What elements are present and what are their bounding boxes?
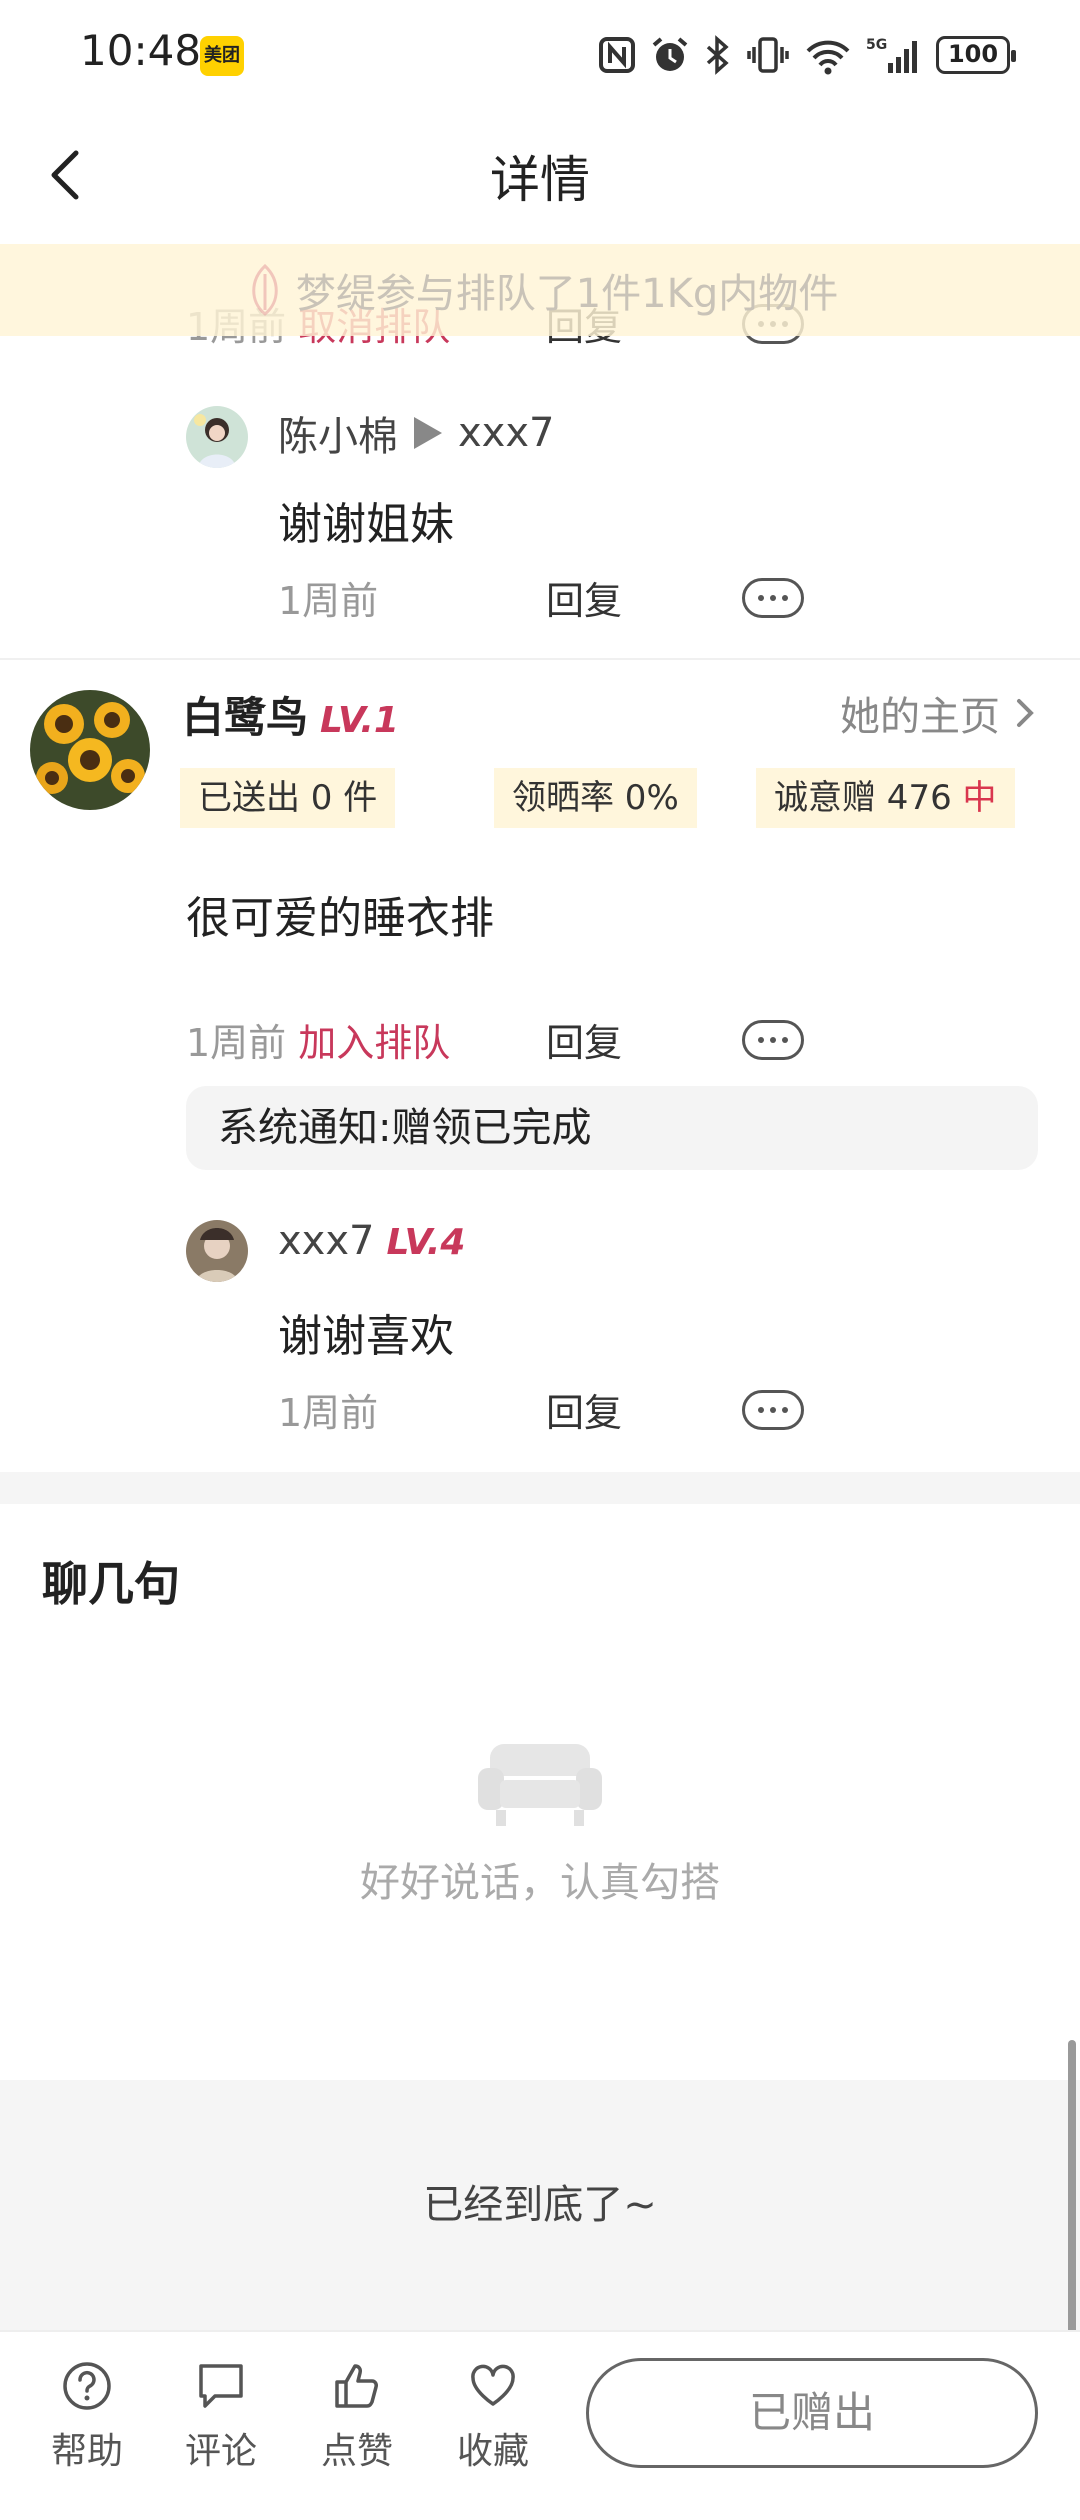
meituan-app-icon: 美团 xyxy=(200,36,244,76)
avatar[interactable] xyxy=(186,406,248,468)
join-queue-link[interactable]: 加入排队 xyxy=(298,1012,450,1067)
vibrate-icon xyxy=(747,37,789,73)
stat-rate-tag: 领晒率 0% xyxy=(494,768,697,828)
svg-text:5G: 5G xyxy=(866,37,887,53)
reply-user-line: 陈小棉 xxx7 xyxy=(278,404,554,462)
wifi-icon xyxy=(806,40,850,75)
reply2-user[interactable]: xxx7 xyxy=(278,1218,374,1264)
status-icons: 5G 100 xyxy=(598,30,1016,80)
stat-sent-tag: 已送出 0 件 xyxy=(180,768,396,828)
alarm-icon xyxy=(652,37,688,71)
comment-reply-button[interactable]: 回复 xyxy=(546,1012,622,1067)
comment-more-button[interactable] xyxy=(742,1020,804,1060)
status-bar: 10:48 美团 5G 100 xyxy=(0,0,1080,110)
reply-to-user[interactable]: xxx7 xyxy=(458,410,554,456)
reply2-more-button[interactable] xyxy=(742,1390,804,1430)
section-divider xyxy=(0,1472,1080,1504)
comment-icon xyxy=(199,2364,243,2408)
stat-sincerity-value: 诚意赠 476 xyxy=(774,778,963,818)
chevron-right-icon xyxy=(1017,699,1034,727)
notice-text: 梦缇参与排队了1件1Kg内物件 xyxy=(295,271,839,317)
reply-text: 谢谢姐妹 xyxy=(278,499,454,550)
stat-sincerity-level: 中 xyxy=(962,778,997,818)
page-title: 详情 xyxy=(490,151,590,209)
favorite-label: 收藏 xyxy=(456,2431,529,2472)
sofa-icon xyxy=(478,1744,602,1826)
like-label: 点赞 xyxy=(320,2431,393,2472)
avatar[interactable] xyxy=(186,1220,248,1282)
reply2-text: 谢谢喜欢 xyxy=(278,1311,454,1362)
level-badge: LV.1 xyxy=(320,700,399,741)
leaf-icon xyxy=(251,263,278,316)
chat-section-title: 聊几句 xyxy=(42,1557,180,1611)
status-time: 10:48 xyxy=(80,26,202,75)
avatar-image xyxy=(186,1220,248,1282)
comment-button[interactable]: 评论 xyxy=(166,2360,276,2474)
comment-meta: 1周前 加入排队 xyxy=(186,1012,450,1067)
comment-text: 很可爱的睡衣排 xyxy=(186,893,494,944)
avatar-image xyxy=(186,406,248,468)
battery-indicator: 100 xyxy=(936,36,1016,74)
reply2-meta: 1周前 xyxy=(278,1382,378,1437)
reply-arrow-icon xyxy=(414,417,442,449)
comment-time: 1周前 xyxy=(186,1021,287,1065)
help-label: 帮助 xyxy=(50,2431,123,2472)
like-button[interactable]: 点赞 xyxy=(302,2360,412,2474)
bluetooth-icon xyxy=(706,35,729,75)
reply1-more-button[interactable] xyxy=(742,578,804,618)
heart-icon xyxy=(471,2364,515,2406)
list-end-text: 已经到底了~ xyxy=(423,2182,657,2228)
commenter-avatar[interactable] xyxy=(30,690,150,810)
reply-from-user[interactable]: 陈小棉 xyxy=(278,404,398,462)
homepage-label: 她的主页 xyxy=(840,694,1000,740)
help-button[interactable]: 帮助 xyxy=(32,2360,142,2474)
nav-bar: 详情 xyxy=(0,110,1080,240)
signal-5g-icon: 5G xyxy=(866,37,917,73)
list-end-area: 已经到底了~ xyxy=(0,2080,1080,2330)
thumbs-up-icon xyxy=(335,2364,378,2408)
sunflower-avatar-image xyxy=(30,690,150,810)
level-badge: LV.4 xyxy=(386,1222,466,1263)
nfc-icon xyxy=(599,37,635,73)
reply1-reply-button[interactable]: 回复 xyxy=(546,570,622,625)
divider xyxy=(0,658,1080,660)
help-icon xyxy=(63,2362,111,2410)
reply1-time: 1周前 xyxy=(278,579,379,623)
stat-sincerity-tag: 诚意赠 476 中 xyxy=(756,768,1015,828)
reply2-time: 1周前 xyxy=(278,1391,379,1435)
gifted-button[interactable]: 已赠出 xyxy=(586,2358,1038,2468)
commenter-name-line: 白鹭鸟 LV.1 xyxy=(182,684,399,745)
comment-label: 评论 xyxy=(184,2431,257,2472)
chat-empty-hint: 好好说话，认真勾搭 xyxy=(360,1860,720,1906)
reply1-meta: 1周前 xyxy=(278,570,378,625)
notice-banner: 梦缇参与排队了1件1Kg内物件 xyxy=(0,244,1080,336)
favorite-button[interactable]: 收藏 xyxy=(438,2360,548,2474)
homepage-link[interactable]: 她的主页 xyxy=(840,684,1040,742)
system-notice: 系统通知:赠领已完成 xyxy=(186,1086,1038,1170)
commenter-name[interactable]: 白鹭鸟 xyxy=(182,684,308,745)
reply2-reply-button[interactable]: 回复 xyxy=(546,1382,622,1437)
bottom-toolbar: 帮助 评论 点赞 收藏 已赠出 xyxy=(0,2330,1080,2520)
reply2-user-line: xxx7 LV.4 xyxy=(278,1218,465,1264)
